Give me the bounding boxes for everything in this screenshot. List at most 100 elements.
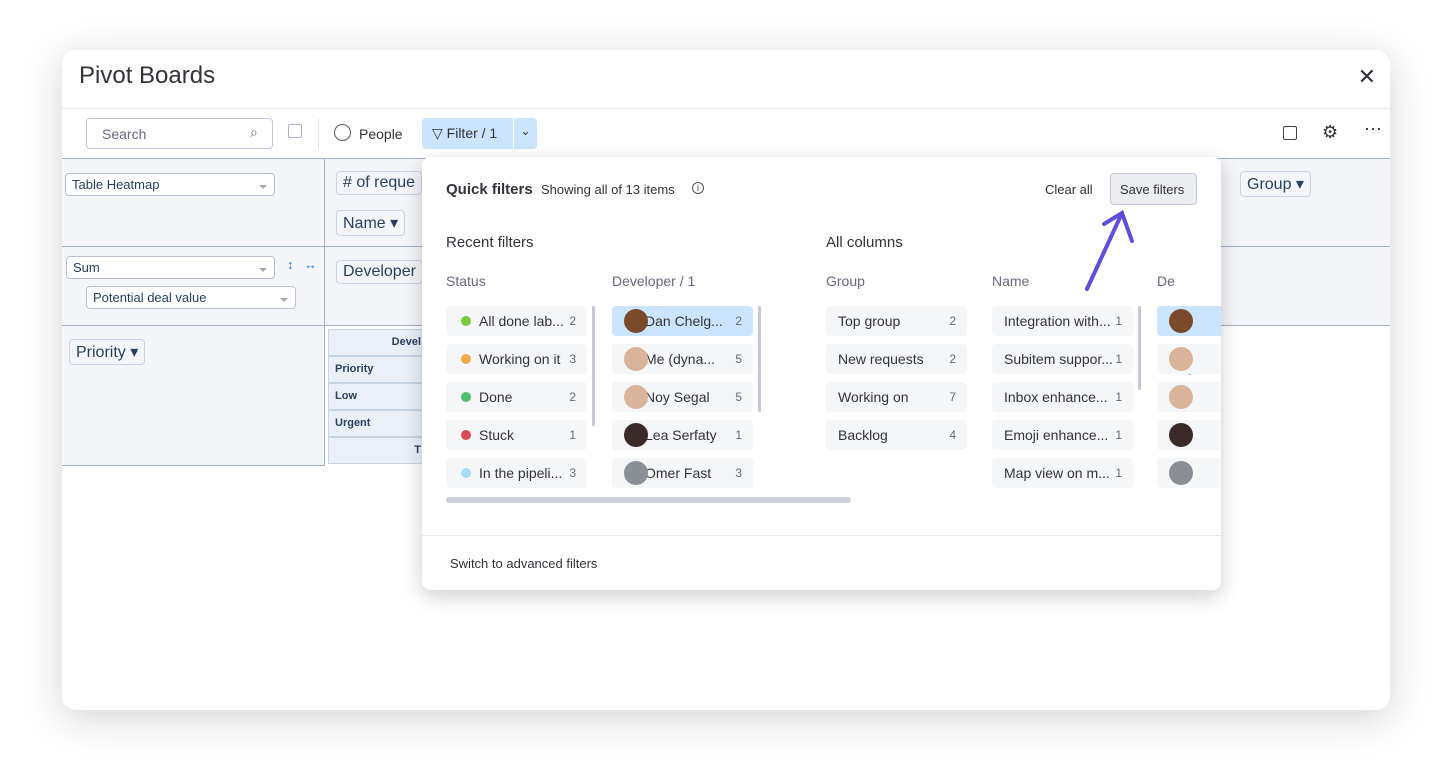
name-filter-chip[interactable]: Map view on m... 1 <box>992 458 1133 488</box>
status-header: Status <box>446 273 486 289</box>
divider <box>62 465 325 466</box>
field-pill-group[interactable]: Group ▾ <box>1240 171 1311 197</box>
developer-filter-chip[interactable]: Omer Fast 3 <box>612 458 753 488</box>
aggregator-select[interactable]: Sum <box>66 256 275 279</box>
chip-label: Working on <box>838 389 909 405</box>
status-filter-chip[interactable]: Done 2 <box>446 382 587 412</box>
field-label: Priority <box>76 344 126 361</box>
chip-count: 5 <box>735 352 742 366</box>
info-icon[interactable]: i <box>692 182 704 194</box>
search-input[interactable]: Search <box>86 118 273 149</box>
developer-header-2: De <box>1157 273 1175 289</box>
popup-title: Quick filters <box>446 181 533 198</box>
chip-label: In the pipeli... <box>479 465 563 481</box>
status-filter-chip[interactable]: All done lab... 2 <box>446 306 587 336</box>
close-icon[interactable]: ✕ <box>1358 64 1376 90</box>
field-pill[interactable]: # of reque <box>336 171 423 195</box>
save-view-icon[interactable] <box>288 124 302 138</box>
developer-scrollbar[interactable] <box>758 306 761 412</box>
developer-2-filter-chip[interactable] <box>1157 420 1221 450</box>
clear-all-button[interactable]: Clear all <box>1045 182 1093 197</box>
name-filter-chip[interactable]: Integration with... 1 <box>992 306 1133 336</box>
field-pill-name[interactable]: Name ▾ <box>336 210 406 236</box>
chip-count: 7 <box>949 390 956 404</box>
developer-2-filter-chip[interactable] <box>1157 344 1221 374</box>
status-filter-chip[interactable]: Working on it 3 <box>446 344 587 374</box>
chip-count: 1 <box>735 428 742 442</box>
developer-filter-chip[interactable]: Dan Chelg... 2 <box>612 306 753 336</box>
annotation-arrow <box>1085 210 1134 291</box>
chip-label: Done <box>479 389 513 405</box>
window-title: Pivot Boards <box>79 62 216 89</box>
chip-count: 3 <box>735 466 742 480</box>
status-scrollbar[interactable] <box>592 306 595 426</box>
developer-filter-chip[interactable]: Noy Segal 5 <box>612 382 753 412</box>
field-pill-developer[interactable]: Developer <box>336 260 423 284</box>
chip-count: 2 <box>949 314 956 328</box>
header-row: Priority <box>328 356 428 383</box>
avatar <box>1169 385 1193 409</box>
field-pill-priority[interactable]: Priority ▾ <box>69 339 146 365</box>
group-filter-chip[interactable]: Backlog 4 <box>826 420 967 450</box>
status-dot-icon <box>461 354 471 364</box>
search-icon: ⌕ <box>250 124 258 140</box>
status-dot-icon <box>461 468 471 478</box>
chip-label: New requests <box>838 351 924 367</box>
developer-filter-chip[interactable]: Me (dyna... 5 <box>612 344 753 374</box>
developer-2-filter-chip[interactable] <box>1157 458 1221 488</box>
avatar <box>1169 461 1193 485</box>
more-icon[interactable]: ⋯ <box>1364 119 1382 140</box>
avatar <box>624 385 648 409</box>
name-filter-chip[interactable]: Inbox enhance... 1 <box>992 382 1133 412</box>
horizontal-scrollbar[interactable] <box>446 497 851 503</box>
chip-label: Working on it <box>479 351 561 367</box>
chip-label: Subitem suppor... <box>1004 351 1113 367</box>
chip-count: 2 <box>569 390 576 404</box>
avatar <box>1169 309 1193 333</box>
all-columns-heading: All columns <box>826 234 903 251</box>
recent-filters-heading: Recent filters <box>446 234 534 251</box>
developer-2-filter-chip[interactable] <box>1157 306 1221 336</box>
chip-label: Stuck <box>479 427 515 443</box>
chip-label: Lea Serfaty <box>645 427 717 443</box>
field-label: Group <box>1247 176 1292 193</box>
filter-chevron-down-icon[interactable]: ⌄ <box>513 118 537 149</box>
name-filter-chip[interactable]: Subitem suppor... 1 <box>992 344 1133 374</box>
chip-label: Map view on m... <box>1004 465 1110 481</box>
person-icon <box>334 124 351 141</box>
renderer-select[interactable]: Table Heatmap <box>65 173 275 196</box>
divider <box>318 119 319 149</box>
divider <box>324 158 325 466</box>
sort-cols-icon[interactable]: ↔ <box>304 257 317 272</box>
group-filter-chip[interactable]: Working on 7 <box>826 382 967 412</box>
group-filter-chip[interactable]: New requests 2 <box>826 344 967 374</box>
toolbar: Search ⌕ People ▽ Filter / 1 ⌄ ⚙ ⋯ <box>62 108 1390 158</box>
sort-rows-icon[interactable]: ↕ <box>287 257 294 272</box>
chip-label: Omer Fast <box>645 465 712 481</box>
developer-2-filter-chip[interactable] <box>1157 382 1221 412</box>
chip-label: Inbox enhance... <box>1004 389 1108 405</box>
chip-count: 2 <box>949 352 956 366</box>
header-col: Devel <box>328 329 428 356</box>
gear-icon[interactable]: ⚙ <box>1322 122 1338 143</box>
attribute-select[interactable]: Potential deal value <box>86 286 296 309</box>
chip-label: Me (dyna... <box>645 351 716 367</box>
divider <box>422 535 1221 536</box>
row-label: Urgent <box>328 410 428 437</box>
avatar <box>624 309 648 333</box>
name-filter-chip[interactable]: Emoji enhance... 1 <box>992 420 1133 450</box>
group-filter-chip[interactable]: Top group 2 <box>826 306 967 336</box>
layout-icon[interactable] <box>1283 126 1297 140</box>
people-button[interactable]: People <box>359 126 403 142</box>
chip-count: 1 <box>1115 428 1122 442</box>
chip-count: 1 <box>1115 390 1122 404</box>
status-filter-chip[interactable]: Stuck 1 <box>446 420 587 450</box>
total-label: T <box>328 437 428 464</box>
chip-count: 1 <box>1115 314 1122 328</box>
name-scrollbar[interactable] <box>1138 306 1141 390</box>
advanced-filters-link[interactable]: Switch to advanced filters <box>450 556 597 571</box>
status-filter-chip[interactable]: In the pipeli... 3 <box>446 458 587 488</box>
chip-count: 2 <box>569 314 576 328</box>
chip-count: 1 <box>1115 466 1122 480</box>
developer-filter-chip[interactable]: Lea Serfaty 1 <box>612 420 753 450</box>
